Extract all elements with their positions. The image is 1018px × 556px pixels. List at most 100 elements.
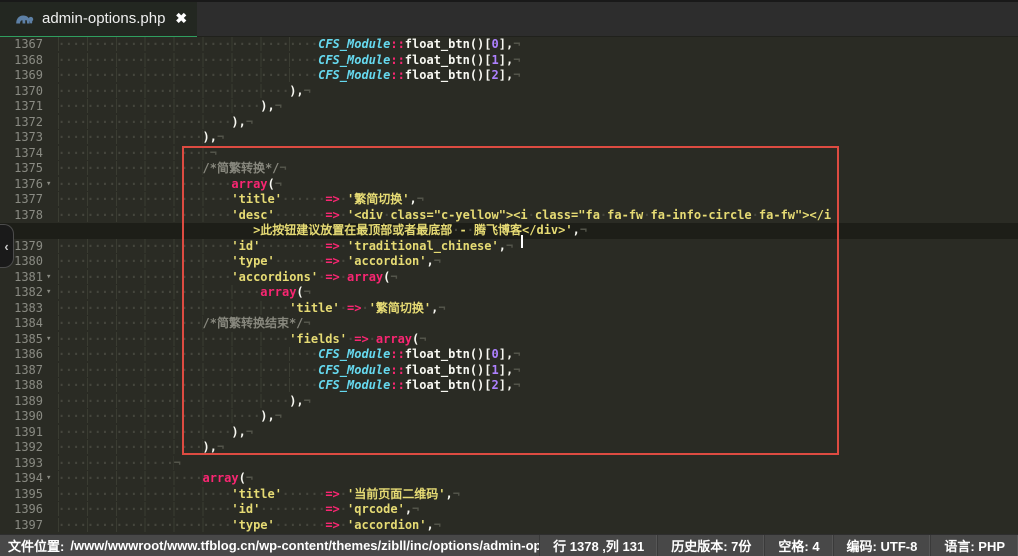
code-text: ····················),¬ <box>58 130 1018 146</box>
code-text: ····························),¬ <box>58 99 1018 115</box>
code-text: ····················/*简繁转换结束*/¬ <box>58 316 1018 332</box>
code-line[interactable]: 1379························'id'········… <box>0 239 1018 255</box>
code-line[interactable]: 1394▾····················array(¬ <box>0 471 1018 487</box>
tab-close-icon[interactable]: ✖ <box>175 11 187 25</box>
line-number: 1381 <box>0 270 46 286</box>
code-text: ························'id'·········=>·… <box>58 239 1018 255</box>
tab-admin-options[interactable]: admin-options.php ✖ <box>0 2 197 39</box>
code-text: ························'desc'·······=>·… <box>58 208 1018 224</box>
code-line[interactable]: 1376▾························array(¬ <box>0 177 1018 193</box>
line-number: 1383 <box>0 301 46 317</box>
fold-spacer <box>46 53 58 69</box>
fold-arrow-icon[interactable]: ▾ <box>46 332 58 348</box>
fold-spacer <box>46 192 58 208</box>
fold-arrow-icon[interactable]: ▾ <box>46 270 58 286</box>
code-line[interactable]: 1375 ····················/*简繁转换*/¬ <box>0 161 1018 177</box>
code-line[interactable]: 1397························'type'······… <box>0 518 1018 534</box>
code-line[interactable]: 1372························),¬ <box>0 115 1018 131</box>
line-number: 1397 <box>0 518 46 534</box>
line-number: 1376 <box>0 177 46 193</box>
code-text: ································'title'·… <box>58 301 1018 317</box>
line-number: 1374 <box>0 146 46 162</box>
code-text: ························),¬ <box>58 425 1018 441</box>
line-number: 1394 <box>0 471 46 487</box>
code-line[interactable]: 1367····································… <box>0 37 1018 53</box>
code-text: ································'fields'… <box>58 332 1018 348</box>
code-line[interactable]: >此按钮建议放置在最顶部或者最底部·-·腾飞博客</div>',¬ <box>0 223 1018 239</box>
code-line[interactable]: 1370································),¬ <box>0 84 1018 100</box>
code-line[interactable]: 1384····················/*简繁转换结束*/¬ <box>0 316 1018 332</box>
fold-spacer <box>46 440 58 456</box>
code-text: ····································CFS_… <box>58 347 1018 363</box>
code-text: ························),¬ <box>58 115 1018 131</box>
code-line[interactable]: 1383 ································'tit… <box>0 301 1018 317</box>
fold-spacer <box>46 425 58 441</box>
fold-arrow-icon[interactable]: ▾ <box>46 177 58 193</box>
history-versions-status[interactable]: 历史版本: 7份 <box>657 535 764 556</box>
cursor-position-status: 行 1378 ,列 131 <box>539 535 657 556</box>
line-number: 1367 <box>0 37 46 53</box>
fold-arrow-icon[interactable]: ▾ <box>46 471 58 487</box>
panel-collapse-handle[interactable]: ‹ <box>0 224 14 268</box>
code-text: ····················),¬ <box>58 440 1018 456</box>
code-line[interactable]: 1374 ·····················¬ <box>0 146 1018 162</box>
php-elephant-icon <box>14 11 34 25</box>
code-line[interactable]: 1396 ························'id'········… <box>0 502 1018 518</box>
code-line[interactable]: 1369····································… <box>0 68 1018 84</box>
code-line[interactable]: 1386 ····································… <box>0 347 1018 363</box>
line-number: 1396 <box>0 502 46 518</box>
code-line[interactable]: 1390····························),¬ <box>0 409 1018 425</box>
code-text: ····························array(¬ <box>58 285 1018 301</box>
fold-spacer <box>46 146 58 162</box>
code-text: ·····················¬ <box>58 146 1018 162</box>
code-line[interactable]: 1391 ························),¬ <box>0 425 1018 441</box>
fold-arrow-icon[interactable]: ▾ <box>46 285 58 301</box>
fold-spacer <box>46 254 58 270</box>
tab-bar: admin-options.php ✖ <box>0 0 1018 37</box>
fold-spacer <box>46 456 58 472</box>
spaces-status[interactable]: 空格: 4 <box>764 535 832 556</box>
code-line[interactable]: 1371 ····························),¬ <box>0 99 1018 115</box>
encoding-status[interactable]: 编码: UTF-8 <box>833 535 931 556</box>
code-line[interactable]: 1385▾································'fi… <box>0 332 1018 348</box>
line-number: 1386 <box>0 347 46 363</box>
code-line[interactable]: 1393 ················¬ <box>0 456 1018 472</box>
code-line[interactable]: 1392····················),¬ <box>0 440 1018 456</box>
line-number: 1393 <box>0 456 46 472</box>
code-line[interactable]: 1387····································… <box>0 363 1018 379</box>
code-line[interactable]: 1373····················),¬ <box>0 130 1018 146</box>
code-text: ····································CFS_… <box>58 378 1018 394</box>
line-number: 1375 <box>0 161 46 177</box>
line-number: 1391 <box>0 425 46 441</box>
code-line[interactable]: 1378························'desc'······… <box>0 208 1018 224</box>
line-number: 1369 <box>0 68 46 84</box>
fold-spacer <box>46 208 58 224</box>
code-text: ························'title'······=>·… <box>58 487 1018 503</box>
line-number: 1387 <box>0 363 46 379</box>
code-text: >此按钮建议放置在最顶部或者最底部·-·腾飞博客</div>',¬ <box>58 223 1018 239</box>
fold-spacer <box>46 115 58 131</box>
fold-spacer <box>46 301 58 317</box>
code-line[interactable]: 1377························'title'·····… <box>0 192 1018 208</box>
line-number: 1371 <box>0 99 46 115</box>
code-line[interactable]: 1382▾····························array(¬ <box>0 285 1018 301</box>
fold-spacer <box>46 37 58 53</box>
fold-spacer <box>46 239 58 255</box>
code-text: ····················array(¬ <box>58 471 1018 487</box>
language-status[interactable]: 语言: PHP <box>930 535 1018 556</box>
fold-spacer <box>46 161 58 177</box>
code-line[interactable]: 1381▾························'accordions… <box>0 270 1018 286</box>
code-editor[interactable]: 1367 ····································… <box>0 37 1018 534</box>
code-line[interactable]: 1368····································… <box>0 53 1018 69</box>
code-line[interactable]: 1380························'type'······… <box>0 254 1018 270</box>
code-text: ································),¬ <box>58 394 1018 410</box>
fold-spacer <box>46 130 58 146</box>
line-number: 1389 <box>0 394 46 410</box>
code-text: ····················/*简繁转换*/¬ <box>58 161 1018 177</box>
code-text: ························'id'·········=>·… <box>58 502 1018 518</box>
code-text: ················¬ <box>58 456 1018 472</box>
code-line[interactable]: 1388····································… <box>0 378 1018 394</box>
code-line[interactable]: 1389 ································),¬ <box>0 394 1018 410</box>
code-line[interactable]: 1395························'title'·····… <box>0 487 1018 503</box>
fold-spacer <box>46 223 58 239</box>
